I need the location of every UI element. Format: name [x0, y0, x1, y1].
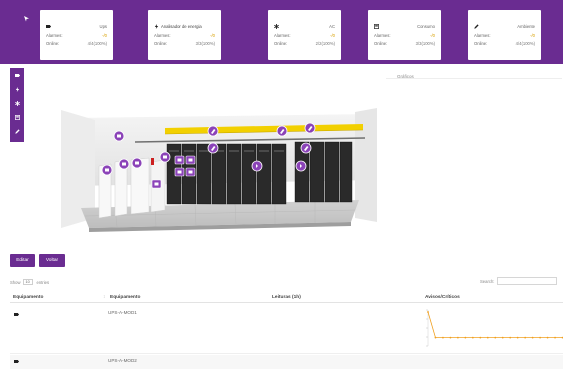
table-row[interactable]: UPS-A-MOD1	[10, 304, 563, 354]
battery-icon	[14, 312, 19, 317]
card-alarms-value: -/0	[530, 33, 535, 38]
battery-icon	[14, 73, 20, 78]
card-alarms-value: -/0	[102, 33, 107, 38]
summary-card-energy-analyzer[interactable]: Analisador de energia Alarmes: -/0 Online…	[148, 10, 221, 60]
sidebar-item-energy[interactable]	[13, 85, 21, 93]
sparkline-point	[434, 336, 437, 339]
card-alarms-label: Alarmes:	[474, 33, 491, 38]
page-length-control: Show 10 entries	[10, 279, 49, 285]
summary-card-environment[interactable]: Ambiente Alarmes: -/0 Online: 4/4(100%)	[468, 10, 541, 60]
datacenter-3d-view[interactable]	[55, 90, 383, 250]
card-title: Consumo	[417, 24, 435, 29]
sparkline-point	[471, 336, 474, 339]
sidebar-item-ups[interactable]	[13, 71, 21, 79]
sort-icon[interactable]: ↕	[103, 295, 105, 300]
show-label: Show	[10, 279, 21, 285]
sparkline-point	[554, 336, 556, 339]
card-online-value: 4/4(100%)	[87, 41, 107, 46]
card-alarms-label: Alarmes:	[154, 33, 171, 38]
lightning-icon	[154, 24, 159, 29]
search-input[interactable]	[497, 277, 558, 285]
card-title: Ups	[99, 24, 107, 29]
card-alarms-label: Alarmes:	[274, 33, 291, 38]
card-title: Ambiente	[517, 24, 535, 29]
sidebar-item-environment[interactable]	[13, 127, 21, 135]
sidebar-item-ac[interactable]	[13, 99, 21, 107]
cursor-logo-icon	[24, 16, 30, 22]
summary-card-ac[interactable]: AC Alarmes: -/0 Online: 2/2(100%)	[268, 10, 341, 60]
card-online-value: 3/3(100%)	[195, 41, 215, 46]
card-alarms-label: Alarmes:	[46, 33, 63, 38]
card-alarms-value: -/0	[210, 33, 215, 38]
card-online-value: 2/2(100%)	[315, 41, 335, 46]
sparkline-point	[479, 336, 482, 339]
column-header-alerts[interactable]: Avisos/Críticos	[425, 295, 460, 300]
page-length-select[interactable]: 10	[23, 279, 34, 285]
sparkline-point	[501, 336, 504, 339]
card-online-value: 3/3(100%)	[415, 41, 435, 46]
card-alarms-label: Alarmes:	[374, 33, 391, 38]
equipment-name: UPS-A-MOD1	[108, 310, 137, 315]
back-button[interactable]: Voltar	[39, 254, 65, 267]
card-title: Analisador de energia	[161, 24, 202, 29]
meter-icon	[374, 24, 379, 29]
summary-card-ups[interactable]: Ups Alarmes: -/0 Online: 4/4(100%)	[40, 10, 113, 60]
battery-icon	[14, 359, 19, 364]
sparkline-point	[516, 336, 519, 339]
card-alarms-value: -/0	[330, 33, 335, 38]
sparkline-point	[449, 336, 452, 339]
snowflake-icon	[274, 24, 279, 29]
sidebar-item-consumption[interactable]	[13, 113, 21, 121]
summary-cards: Ups Alarmes: -/0 Online: 4/4(100%) Analisa…	[40, 10, 562, 60]
sparkline-point	[464, 336, 467, 339]
column-header-readings[interactable]: Leituras (1h)	[272, 295, 301, 300]
column-header-equipment-icon[interactable]: Equipamento	[13, 295, 43, 300]
equipment-name: UPS-A-MOD2	[108, 358, 137, 363]
sparkline-point	[486, 336, 489, 339]
pencil-icon	[14, 128, 20, 134]
sparkline-point	[509, 336, 512, 339]
card-online-label: Online:	[154, 41, 168, 46]
sparkline-line	[427, 311, 563, 339]
meter-icon	[14, 114, 20, 120]
sparkline-point	[539, 336, 542, 339]
table-header: Equipamento ↕ Equipamento Leituras (1h) …	[10, 292, 563, 303]
entries-label: entries	[36, 279, 50, 285]
alerts-sparkline	[422, 306, 563, 350]
charts-panel-divider	[386, 78, 562, 79]
sidebar	[10, 68, 24, 142]
card-online-label: Online:	[374, 41, 388, 46]
card-title: AC	[329, 24, 335, 29]
sparkline-point	[442, 336, 444, 339]
edit-button[interactable]: Editar	[10, 254, 35, 267]
header-bar: Ups Alarmes: -/0 Online: 4/4(100%) Analisa…	[0, 0, 563, 64]
summary-card-consumption[interactable]: Consumo Alarmes: -/0 Online: 3/3(100%)	[368, 10, 441, 60]
lightning-icon	[15, 86, 20, 92]
pencil-icon	[474, 24, 479, 29]
page: Ups Alarmes: -/0 Online: 4/4(100%) Analisa…	[0, 0, 563, 369]
sparkline-point	[494, 336, 497, 339]
card-online-label: Online:	[474, 41, 488, 46]
snowflake-icon	[14, 100, 20, 106]
sparkline-point	[456, 336, 459, 339]
table-row[interactable]: UPS-A-MOD2	[10, 355, 563, 369]
sparkline-point	[546, 336, 549, 339]
card-online-label: Online:	[46, 41, 60, 46]
card-online-label: Online:	[274, 41, 288, 46]
sparkline-point	[531, 336, 534, 339]
battery-icon	[46, 24, 51, 29]
column-header-equipment[interactable]: Equipamento	[110, 295, 140, 300]
card-online-value: 4/4(100%)	[515, 41, 535, 46]
sparkline-point	[427, 311, 429, 313]
table-search: Search:	[480, 277, 558, 285]
search-label: Search:	[480, 278, 495, 284]
card-alarms-value: -/0	[430, 33, 435, 38]
sparkline-point	[524, 336, 527, 339]
